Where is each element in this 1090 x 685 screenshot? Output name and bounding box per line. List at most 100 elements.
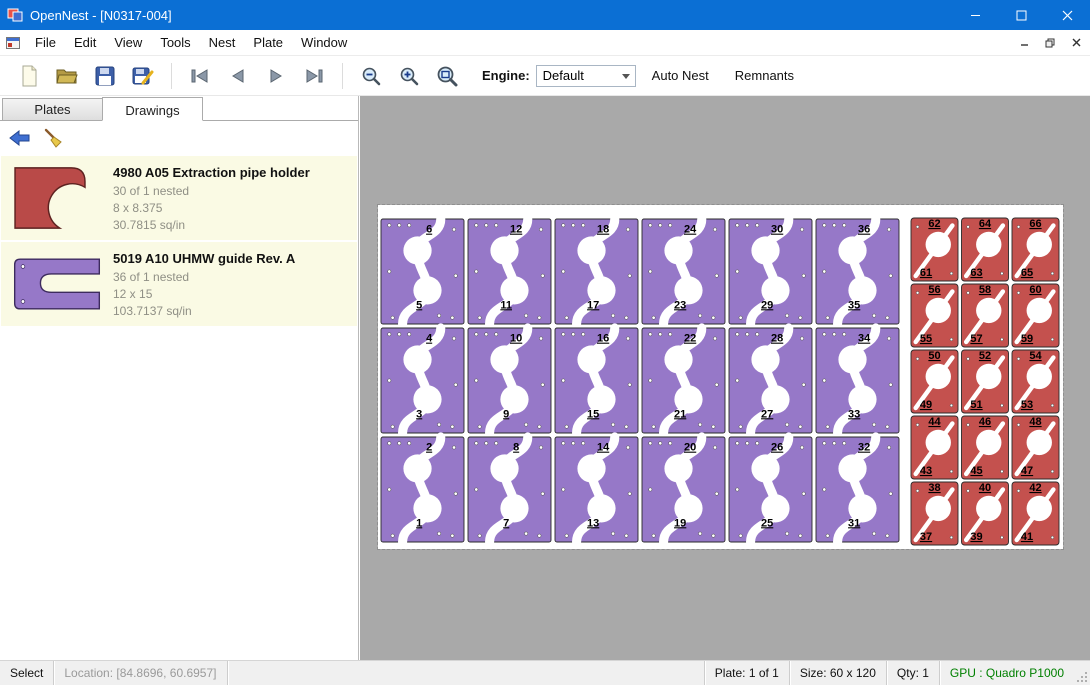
nested-purple-pair[interactable]: 2221 bbox=[642, 328, 725, 433]
nested-red-pair[interactable]: 5453 bbox=[1012, 350, 1059, 413]
nested-red-pair[interactable]: 6665 bbox=[1012, 218, 1059, 281]
minimize-button[interactable] bbox=[952, 0, 998, 30]
mdi-restore-button[interactable] bbox=[1038, 33, 1062, 53]
nested-red-pair[interactable]: 3837 bbox=[911, 482, 958, 545]
auto-nest-button[interactable]: Auto Nest bbox=[642, 62, 719, 89]
menu-item-window[interactable]: Window bbox=[292, 31, 356, 54]
part-number: 47 bbox=[1021, 465, 1033, 477]
nested-red-pair[interactable]: 46 45 bbox=[962, 416, 1009, 479]
nested-purple-pair[interactable]: 2019 bbox=[642, 437, 725, 542]
nested-red-pair[interactable]: 6261 bbox=[911, 218, 958, 281]
purple-part-shape bbox=[11, 255, 103, 313]
drawing-thumbnail bbox=[11, 161, 107, 234]
menu-item-view[interactable]: View bbox=[105, 31, 151, 54]
drawing-area: 30.7815 sq/in bbox=[113, 217, 351, 234]
nested-purple-pair[interactable]: 1615 bbox=[555, 328, 638, 433]
part-number: 45 bbox=[970, 465, 982, 477]
new-file-button[interactable] bbox=[13, 60, 45, 92]
drawings-toolbar bbox=[0, 121, 358, 155]
toolbar-separator bbox=[342, 63, 343, 89]
resize-grip[interactable] bbox=[1074, 661, 1090, 685]
tab-plates[interactable]: Plates bbox=[2, 98, 103, 120]
import-drawing-button[interactable] bbox=[6, 125, 34, 151]
nested-red-pair[interactable]: 6463 bbox=[962, 218, 1009, 281]
status-bar: Select Location: [84.8696, 60.6957] Plat… bbox=[0, 660, 1090, 685]
nested-purple-pair[interactable]: 65 bbox=[381, 219, 464, 324]
nested-red-pair[interactable]: 5251 bbox=[962, 350, 1009, 413]
document-icon[interactable] bbox=[0, 37, 26, 49]
drawing-list-item[interactable]: 4980 A05 Extraction pipe holder 30 of 1 … bbox=[1, 156, 357, 240]
open-folder-icon bbox=[56, 67, 78, 85]
nested-purple-pair[interactable]: 3231 bbox=[816, 437, 899, 542]
nested-purple-pair[interactable]: 3433 bbox=[816, 328, 899, 433]
nested-purple-pair[interactable]: 3635 bbox=[816, 219, 899, 324]
zoom-out-button[interactable] bbox=[355, 60, 387, 92]
engine-select[interactable]: Default bbox=[536, 65, 636, 87]
status-mode: Select bbox=[0, 661, 53, 685]
menu-item-edit[interactable]: Edit bbox=[65, 31, 105, 54]
remnants-button[interactable]: Remnants bbox=[725, 62, 804, 89]
part-number: 24 bbox=[684, 224, 697, 236]
mdi-minimize-button[interactable] bbox=[1012, 33, 1036, 53]
part-number: 40 bbox=[979, 482, 991, 494]
part-number: 30 bbox=[771, 224, 783, 236]
drawing-size: 12 x 15 bbox=[113, 286, 351, 303]
part-number: 7 bbox=[503, 517, 509, 529]
nested-red-pair[interactable]: 5857 bbox=[962, 284, 1009, 347]
nested-red-pair[interactable]: 5655 bbox=[911, 284, 958, 347]
nested-purple-pair[interactable]: 2827 bbox=[729, 328, 812, 433]
nested-red-pair[interactable]: 4241 bbox=[1012, 482, 1059, 545]
save-as-button[interactable] bbox=[127, 60, 159, 92]
zoom-fit-button[interactable] bbox=[431, 60, 463, 92]
nested-purple-pair[interactable]: 3029 bbox=[729, 219, 812, 324]
part-number: 46 bbox=[979, 416, 991, 428]
part-number: 19 bbox=[674, 517, 686, 529]
nested-purple-pair[interactable]: 87 bbox=[468, 437, 551, 542]
plate-canvas[interactable]: 6512111817242330293635431091615222128273… bbox=[378, 205, 1063, 549]
first-plate-button[interactable] bbox=[184, 60, 216, 92]
nested-red-pair[interactable]: 6059 bbox=[1012, 284, 1059, 347]
window-title: OpenNest - [N0317-004] bbox=[30, 8, 952, 23]
broom-icon bbox=[44, 128, 64, 148]
last-arrow-icon bbox=[304, 68, 324, 84]
menu-bar: File Edit View Tools Nest Plate Window bbox=[0, 30, 1090, 56]
nested-purple-pair[interactable]: 109 bbox=[468, 328, 551, 433]
close-button[interactable] bbox=[1044, 0, 1090, 30]
application-window: OpenNest - [N0317-004] File Edit View To… bbox=[0, 0, 1090, 685]
previous-plate-button[interactable] bbox=[222, 60, 254, 92]
nested-purple-pair[interactable]: 2423 bbox=[642, 219, 725, 324]
part-number: 33 bbox=[848, 408, 860, 420]
nest-canvas[interactable]: 6512111817242330293635431091615222128273… bbox=[360, 96, 1090, 660]
next-plate-button[interactable] bbox=[260, 60, 292, 92]
menu-item-tools[interactable]: Tools bbox=[151, 31, 199, 54]
drawing-list-item[interactable]: 5019 A10 UHMW guide Rev. A 36 of 1 neste… bbox=[1, 242, 357, 326]
last-plate-button[interactable] bbox=[298, 60, 330, 92]
side-panel: Plates Drawings bbox=[0, 96, 359, 660]
open-file-button[interactable] bbox=[51, 60, 83, 92]
menu-item-plate[interactable]: Plate bbox=[244, 31, 292, 54]
nested-purple-pair[interactable]: 1413 bbox=[555, 437, 638, 542]
nested-purple-pair[interactable]: 1211 bbox=[468, 219, 551, 324]
menu-item-nest[interactable]: Nest bbox=[200, 31, 245, 54]
menu-item-file[interactable]: File bbox=[26, 31, 65, 54]
nested-red-pair[interactable]: 4847 bbox=[1012, 416, 1059, 479]
save-button[interactable] bbox=[89, 60, 121, 92]
nested-purple-pair[interactable]: 1817 bbox=[555, 219, 638, 324]
tab-drawings[interactable]: Drawings bbox=[102, 97, 203, 121]
zoom-in-button[interactable] bbox=[393, 60, 425, 92]
nested-red-pair[interactable]: 4443 bbox=[911, 416, 958, 479]
nested-purple-pair[interactable]: 21 bbox=[381, 437, 464, 542]
part-number: 43 bbox=[920, 465, 932, 477]
previous-arrow-icon bbox=[229, 68, 247, 84]
nested-red-pair[interactable]: 4039 bbox=[962, 482, 1009, 545]
part-number: 41 bbox=[1021, 531, 1033, 543]
nested-red-pair[interactable]: 5049 bbox=[911, 350, 958, 413]
mdi-close-button[interactable] bbox=[1064, 33, 1088, 53]
nested-purple-pair[interactable]: 2625 bbox=[729, 437, 812, 542]
part-number: 38 bbox=[928, 482, 940, 494]
title-bar[interactable]: OpenNest - [N0317-004] bbox=[0, 0, 1090, 30]
clear-drawings-button[interactable] bbox=[40, 125, 68, 151]
part-number: 14 bbox=[597, 442, 610, 454]
maximize-button[interactable] bbox=[998, 0, 1044, 30]
nested-purple-pair[interactable]: 43 bbox=[381, 328, 464, 433]
